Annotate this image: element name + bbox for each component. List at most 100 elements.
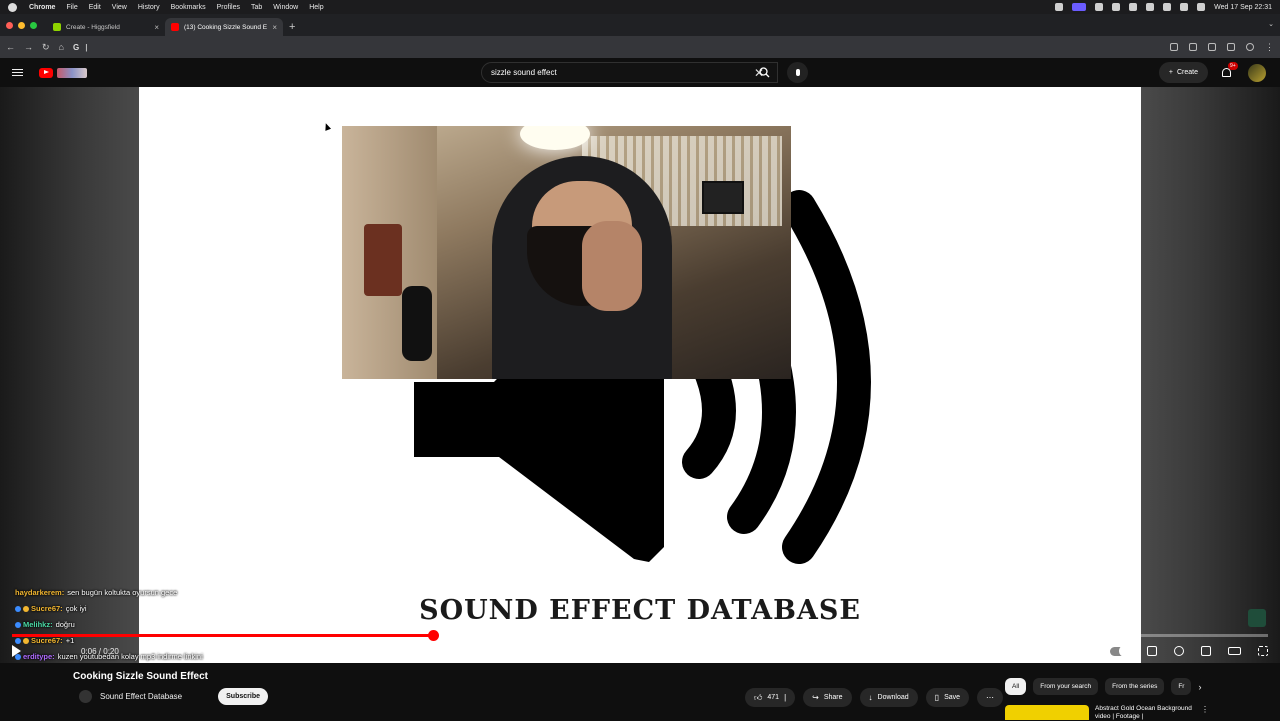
subscribe-button[interactable]: Subscribe — [218, 688, 268, 705]
download-icon[interactable] — [1208, 43, 1216, 51]
fullscreen-icon[interactable] — [1258, 646, 1268, 656]
scrubber-handle[interactable] — [427, 630, 439, 641]
wifi-icon[interactable] — [1163, 3, 1172, 11]
autoplay-toggle[interactable] — [1110, 645, 1131, 657]
zoom-window-icon[interactable] — [30, 21, 37, 29]
notifications-button[interactable]: 9+ — [1222, 61, 1238, 79]
search-icon[interactable] — [1180, 3, 1189, 11]
settings-gear-icon[interactable] — [1174, 646, 1184, 656]
menu-history[interactable]: History — [138, 4, 160, 11]
more-icon: ⋯ — [986, 693, 995, 702]
address-input[interactable]: | — [85, 43, 87, 52]
shield-icon[interactable] — [1170, 43, 1178, 51]
google-icon: G — [72, 42, 80, 52]
new-tab-button[interactable]: + — [289, 18, 295, 36]
menu-edit[interactable]: Edit — [89, 4, 101, 11]
share-button[interactable]: ↪ Share — [803, 688, 852, 707]
webcam-person — [582, 221, 642, 311]
miniplayer-icon[interactable] — [1201, 646, 1211, 656]
apple-icon[interactable] — [8, 2, 17, 12]
theater-mode-icon[interactable] — [1228, 647, 1241, 655]
extensions-icon[interactable] — [1189, 43, 1197, 51]
status-icon[interactable] — [1055, 3, 1064, 11]
video-thumbnail[interactable] — [1005, 705, 1089, 720]
status-icon[interactable] — [1129, 3, 1138, 11]
forward-icon[interactable]: → — [24, 42, 33, 52]
save-button[interactable]: ▯ Save — [925, 688, 970, 707]
subtitles-icon[interactable] — [1147, 646, 1157, 656]
download-icon: ↓ — [868, 693, 873, 702]
menu-view[interactable]: View — [112, 4, 127, 11]
voice-search-button[interactable] — [787, 62, 808, 83]
macos-menubar: Chrome File Edit View History Bookmarks … — [0, 0, 1280, 14]
save-label: Save — [944, 694, 961, 701]
menu-help[interactable]: Help — [309, 4, 323, 11]
address-bar[interactable]: G | — [73, 43, 1161, 52]
chip-from-series[interactable]: From the series — [1105, 678, 1165, 695]
window-controls — [6, 14, 37, 36]
tab-title: Create - Higgsfield — [66, 23, 120, 31]
video-player[interactable]: SOUND EFFECT DATABASE haydarkerem: sen bu… — [0, 87, 1280, 663]
hamburger-menu-icon[interactable] — [12, 68, 23, 77]
chat-message: Sucre67: çok iyi — [15, 601, 275, 617]
translate-icon[interactable] — [1227, 43, 1235, 51]
create-button[interactable]: + Create — [1158, 62, 1208, 83]
chip-from-search[interactable]: From your search — [1033, 678, 1099, 695]
more-actions-button[interactable]: ⋯ — [977, 688, 1004, 707]
video-actions: 👍︎ 471 | ↪ Share ↓ Download ▯ Save ⋯ — [745, 688, 1004, 707]
tab-title: (13) Cooking Sizzle Sound Ef — [184, 23, 268, 31]
screen-record-icon[interactable] — [1072, 3, 1087, 11]
youtube-logo-icon[interactable] — [39, 67, 53, 78]
video-title: Cooking Sizzle Sound Effect — [73, 671, 209, 682]
menu-window[interactable]: Window — [273, 4, 298, 11]
control-center-icon[interactable] — [1197, 3, 1206, 11]
watch-details: Cooking Sizzle Sound Effect Sound Effect… — [0, 663, 1280, 720]
profile-icon[interactable] — [1246, 43, 1254, 51]
chevron-right-icon[interactable]: › — [1198, 682, 1201, 692]
menu-profiles[interactable]: Profiles — [217, 4, 240, 11]
battery-icon[interactable] — [1146, 3, 1155, 11]
search-input[interactable]: sizzle sound effect — [491, 68, 754, 77]
chat-message: haydarkerem: sen bugün koltukta oyursun g… — [15, 585, 275, 601]
status-icon[interactable] — [1112, 3, 1121, 11]
menu-file[interactable]: File — [66, 4, 77, 11]
search-box[interactable]: sizzle sound effect ✕ — [481, 62, 778, 83]
recommended-video[interactable]: Abstract Gold Ocean Background video | F… — [1005, 705, 1209, 721]
download-button[interactable]: ↓ Download — [859, 688, 918, 707]
menu-tab[interactable]: Tab — [251, 4, 262, 11]
menu-app-name[interactable]: Chrome — [29, 4, 55, 11]
channel-avatar[interactable] — [79, 690, 92, 703]
chip-truncated[interactable]: Fr — [1171, 678, 1192, 695]
channel-watermark[interactable] — [1248, 609, 1266, 627]
reload-icon[interactable]: ↻ — [42, 42, 50, 53]
channel-name[interactable]: Sound Effect Database — [100, 692, 182, 701]
avatar[interactable] — [1248, 63, 1266, 82]
close-tab-icon[interactable]: × — [272, 23, 277, 32]
back-icon[interactable]: ← — [6, 42, 15, 52]
minimize-window-icon[interactable] — [18, 21, 25, 29]
chat-username: haydarkerem: — [15, 588, 65, 597]
status-icon[interactable] — [1095, 3, 1104, 11]
menu-bookmarks[interactable]: Bookmarks — [171, 4, 206, 11]
chip-all[interactable]: All — [1005, 678, 1027, 695]
menu-kebab-icon[interactable]: ⋮ — [1265, 42, 1274, 53]
ambient-left — [0, 87, 139, 663]
more-vert-icon[interactable]: ⋮ — [1201, 705, 1209, 721]
home-icon[interactable]: ⌂ — [59, 42, 64, 52]
like-button[interactable]: 👍︎ 471 | — [745, 688, 796, 707]
search-icon — [759, 67, 770, 78]
search-button[interactable] — [751, 62, 778, 83]
thumbs-down-icon[interactable]: | — [784, 693, 786, 702]
youtube-doodle[interactable] — [57, 67, 87, 78]
close-window-icon[interactable] — [6, 21, 13, 29]
webcam-microphone — [402, 286, 432, 361]
create-label: Create — [1176, 69, 1198, 76]
progress-bar[interactable] — [12, 630, 1268, 641]
tab-search-chevron-icon[interactable]: ⌄ — [1268, 14, 1274, 36]
play-icon[interactable] — [12, 645, 21, 657]
recommended-title[interactable]: Abstract Gold Ocean Background video | F… — [1095, 705, 1195, 721]
tab-higgsfield[interactable]: Create - Higgsfield × — [47, 18, 165, 36]
close-tab-icon[interactable]: × — [154, 23, 159, 32]
tab-youtube[interactable]: (13) Cooking Sizzle Sound Ef × — [165, 18, 283, 36]
clock[interactable]: Wed 17 Sep 22:31 — [1214, 4, 1272, 11]
